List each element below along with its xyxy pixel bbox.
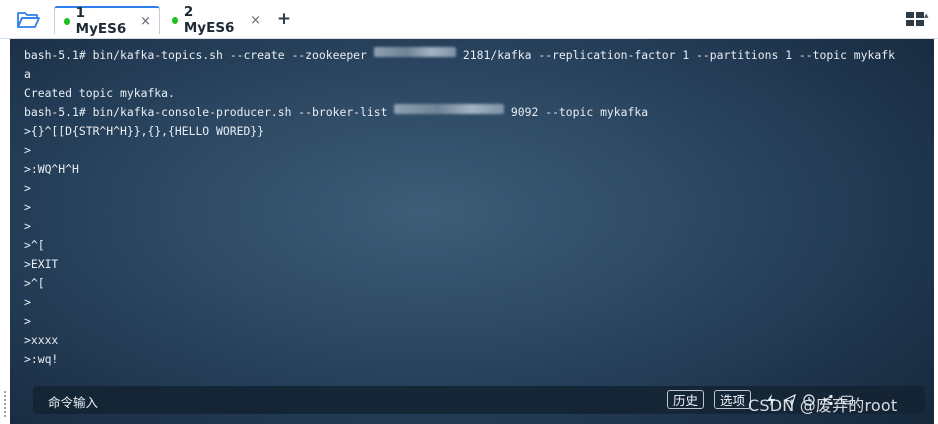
connected-status-icon xyxy=(172,16,178,24)
terminal-line: a xyxy=(24,65,926,84)
history-button[interactable]: 历史 xyxy=(667,390,705,409)
terminal-line: > xyxy=(24,217,926,236)
tab-label: 1 MyES6 xyxy=(75,5,127,37)
terminal-line: >^[ xyxy=(24,274,926,293)
tab-bar: 1 MyES6 × 2 MyES6 × + ▴ xyxy=(0,0,938,39)
terminal-text: >xxxx xyxy=(24,333,59,347)
terminal-line: >:wq! xyxy=(24,350,926,369)
options-button[interactable]: 选项 xyxy=(714,390,752,409)
terminal-line: >{}^[[D{STR^H^H}},{},{HELLO WORED}} xyxy=(24,122,926,141)
terminal-text: Created topic mykafka. xyxy=(24,86,175,100)
terminal-text: >{}^[[D{STR^H^H}},{},{HELLO WORED}} xyxy=(24,124,265,138)
terminal-line: > xyxy=(24,293,926,312)
connected-status-icon xyxy=(64,17,70,25)
terminal-line: >:WQ^H^H xyxy=(24,160,926,179)
terminal-text: > xyxy=(24,200,31,214)
terminal-text: > xyxy=(24,143,31,157)
redacted-ip: 1_.___.__.__ xyxy=(373,47,457,57)
terminal-line: >^[ xyxy=(24,236,926,255)
terminal-line: > xyxy=(24,198,926,217)
terminal-text: >^[ xyxy=(24,238,45,252)
terminal-line: >xxxx xyxy=(24,331,926,350)
terminal-text: >:wq! xyxy=(24,352,59,366)
terminal-text: > xyxy=(24,219,31,233)
terminal-line: >EXIT xyxy=(24,255,926,274)
terminal-text: >^[ xyxy=(24,276,45,290)
terminal-text: 2181/kafka --replication-factor 1 --part… xyxy=(456,48,895,62)
folder-open-icon[interactable] xyxy=(14,8,42,32)
left-gutter xyxy=(0,39,10,424)
terminal-text: >EXIT xyxy=(24,257,59,271)
terminal-line: > xyxy=(24,141,926,160)
terminal-line: Created topic mykafka. xyxy=(24,84,926,103)
tab-1[interactable]: 1 MyES6 × xyxy=(54,5,160,37)
terminal-text: bash-5.1# bin/kafka-console-producer.sh … xyxy=(24,105,395,119)
add-tab-button[interactable]: + xyxy=(274,9,294,29)
grid-layout-icon[interactable] xyxy=(906,12,924,26)
close-icon[interactable]: × xyxy=(140,14,151,29)
terminal-line: bash-5.1# bin/kafka-console-producer.sh … xyxy=(24,103,926,122)
resize-handle[interactable] xyxy=(4,391,6,419)
command-input-placeholder[interactable]: 命令输入 xyxy=(48,392,98,411)
tab-label: 2 MyES6 xyxy=(183,4,235,36)
terminal-text: > xyxy=(24,181,31,195)
terminal-line: > xyxy=(24,179,926,198)
caret-up-icon[interactable]: ▴ xyxy=(924,11,929,21)
watermark: CSDN @废弃的root xyxy=(748,396,898,415)
terminal-text: > xyxy=(24,314,31,328)
redacted-ip: __.___.___.__.__ xyxy=(394,104,505,114)
terminal-text: > xyxy=(24,295,31,309)
close-icon[interactable]: × xyxy=(250,13,261,28)
tab-2[interactable]: 2 MyES6 × xyxy=(163,4,269,36)
terminal-text: >:WQ^H^H xyxy=(24,162,79,176)
terminal-text: bash-5.1# bin/kafka-topics.sh --create -… xyxy=(24,48,374,62)
terminal-text: a xyxy=(24,67,31,81)
terminal-text: 9092 --topic mykafka xyxy=(504,105,649,119)
terminal-output[interactable]: bash-5.1# bin/kafka-topics.sh --create -… xyxy=(10,39,934,424)
terminal-lines: bash-5.1# bin/kafka-topics.sh --create -… xyxy=(24,46,926,369)
terminal-line: > xyxy=(24,312,926,331)
terminal-line: bash-5.1# bin/kafka-topics.sh --create -… xyxy=(24,46,926,65)
